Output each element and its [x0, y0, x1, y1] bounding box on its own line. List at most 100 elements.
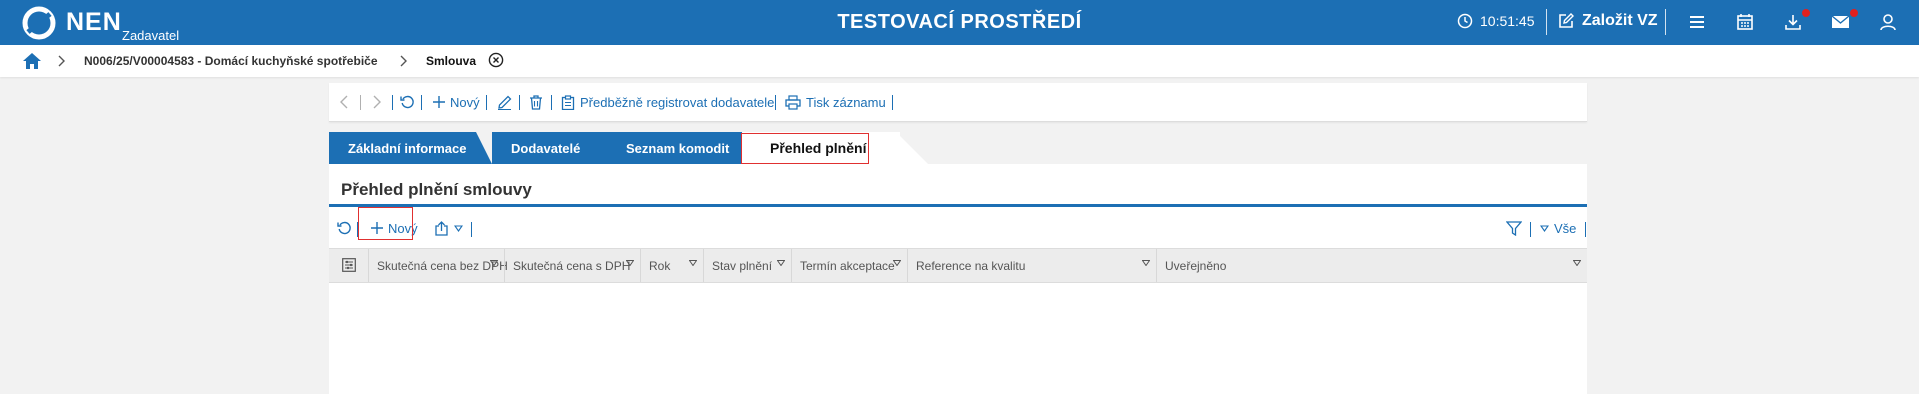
column-header[interactable]: Reference na kvalitu [907, 249, 1156, 282]
record-toolbar: Nový Předběžně registrovat dodavatele Ti… [329, 83, 1587, 122]
breadcrumb-item-current: Smlouva [426, 54, 477, 68]
section-title: Přehled plnění smlouvy [341, 180, 532, 199]
column-header[interactable]: Skutečná cena s DPH [504, 249, 640, 282]
session-clock: 10:51:45 [1457, 13, 1535, 29]
tab-corner [896, 132, 928, 164]
next-record-button[interactable] [373, 83, 381, 121]
chevron-right-icon [400, 55, 407, 67]
toolbar-divider [421, 95, 422, 110]
column-header[interactable]: Rok [640, 249, 703, 282]
filter-value: Vše [1554, 220, 1577, 236]
preregister-supplier-label: Předběžně registrovat dodavatele [580, 94, 775, 110]
user-icon[interactable] [1878, 12, 1898, 32]
tab-seznam-komodit[interactable]: Seznam komodit [596, 132, 762, 164]
trash-icon [530, 94, 542, 110]
pencil-icon [498, 95, 512, 110]
toolbar-divider [775, 95, 776, 110]
toolbar-divider [392, 95, 393, 110]
mail-badge [1850, 9, 1858, 17]
export-icon [435, 220, 448, 236]
download-icon[interactable] [1783, 12, 1803, 32]
section-divider [329, 204, 1587, 207]
breadcrumb-item-tender[interactable]: N006/25/V00004583 - Domácí kuchyňské spo… [84, 54, 378, 68]
caret-down-icon [777, 260, 785, 266]
close-icon[interactable] [488, 52, 504, 68]
column-header[interactable]: Termín akceptace [791, 249, 907, 282]
breadcrumb: N006/25/V00004583 - Domácí kuchyňské spo… [0, 45, 1919, 77]
tab-label: Základní informace [348, 140, 467, 156]
caret-down-icon [490, 260, 498, 266]
caret-down-icon [1573, 260, 1581, 266]
toolbar-divider [1585, 222, 1586, 237]
printer-icon [785, 94, 801, 110]
caret-down-icon [1142, 260, 1150, 266]
chevron-left-icon [340, 95, 348, 109]
chevron-right-icon [373, 95, 381, 109]
logo-circle-icon [22, 6, 56, 40]
new-record-label: Nový [450, 94, 480, 110]
top-header: NEN Zadavatel TESTOVACÍ PROSTŘEDÍ 10:51:… [0, 0, 1919, 45]
print-record-label: Tisk záznamu [806, 94, 886, 110]
export-button[interactable] [434, 210, 463, 246]
menu-icon[interactable] [1687, 12, 1707, 32]
tab-label: Dodavatelé [511, 140, 581, 156]
new-record-button[interactable]: Nový [433, 83, 480, 121]
refresh-button[interactable] [400, 83, 415, 121]
header-divider [1665, 9, 1666, 35]
caret-down-icon [454, 224, 463, 232]
download-badge [1802, 9, 1810, 17]
caret-down-icon [893, 260, 901, 266]
caret-down-icon [626, 260, 634, 266]
tab-highlight [741, 133, 869, 164]
column-header[interactable]: Uveřejněno [1156, 249, 1587, 282]
toolbar-divider [892, 95, 893, 110]
create-tender-button[interactable]: Založit VZ [1557, 12, 1658, 30]
header-divider [1546, 9, 1547, 35]
filter-select[interactable]: Vše [1540, 210, 1576, 246]
toolbar-divider [486, 95, 487, 110]
column-label: Termín akceptace [800, 259, 895, 273]
mail-icon[interactable] [1830, 12, 1851, 32]
column-label: Stav plnění [712, 259, 773, 273]
clock-icon [1457, 13, 1473, 29]
preregister-supplier-button[interactable]: Předběžně registrovat dodavatele [561, 83, 774, 121]
column-header[interactable]: Stav plnění [703, 249, 791, 282]
home-icon[interactable] [22, 52, 42, 70]
refresh-icon [337, 221, 351, 234]
print-record-button[interactable]: Tisk záznamu [785, 83, 886, 121]
filter-button[interactable] [1506, 210, 1522, 246]
filter-icon [1506, 220, 1522, 236]
logo-text: NEN [66, 8, 122, 36]
edit-record-button[interactable] [497, 83, 512, 121]
grid-refresh-button[interactable] [337, 210, 352, 246]
tab-zakladni-informace[interactable]: Základní informace [329, 132, 476, 164]
refresh-icon [400, 95, 414, 108]
column-label: Reference na kvalitu [916, 259, 1026, 273]
grid-header: Skutečná cena bez DPH Skutečná cena s DP… [329, 248, 1587, 283]
chevron-right-icon [58, 55, 65, 67]
toolbar-divider [1530, 222, 1531, 237]
calendar-icon[interactable] [1735, 12, 1755, 32]
toolbar-divider [519, 95, 520, 110]
column-label: Uveřejněno [1165, 259, 1227, 273]
logo-subtitle: Zadavatel [122, 28, 180, 43]
caret-down-icon [1540, 224, 1549, 232]
create-tender-label: Založit VZ [1582, 12, 1658, 29]
column-label: Skutečná cena bez DPH [377, 259, 508, 273]
toolbar-divider [551, 95, 552, 110]
column-header[interactable]: Skutečná cena bez DPH [368, 249, 508, 282]
edit-icon [1559, 13, 1574, 28]
delete-record-button[interactable] [529, 83, 543, 121]
toolbar-divider [360, 95, 361, 110]
new-button-highlight [358, 207, 413, 240]
column-settings-button[interactable] [329, 249, 368, 282]
clock-time: 10:51:45 [1480, 13, 1535, 29]
column-label: Rok [649, 259, 671, 273]
toolbar-divider [471, 222, 472, 237]
tab-corner [476, 132, 492, 164]
previous-record-button[interactable] [340, 83, 348, 121]
column-label: Skutečná cena s DPH [513, 259, 631, 273]
column-settings-icon [342, 258, 356, 272]
clipboard-icon [561, 94, 575, 110]
caret-down-icon [689, 260, 697, 266]
